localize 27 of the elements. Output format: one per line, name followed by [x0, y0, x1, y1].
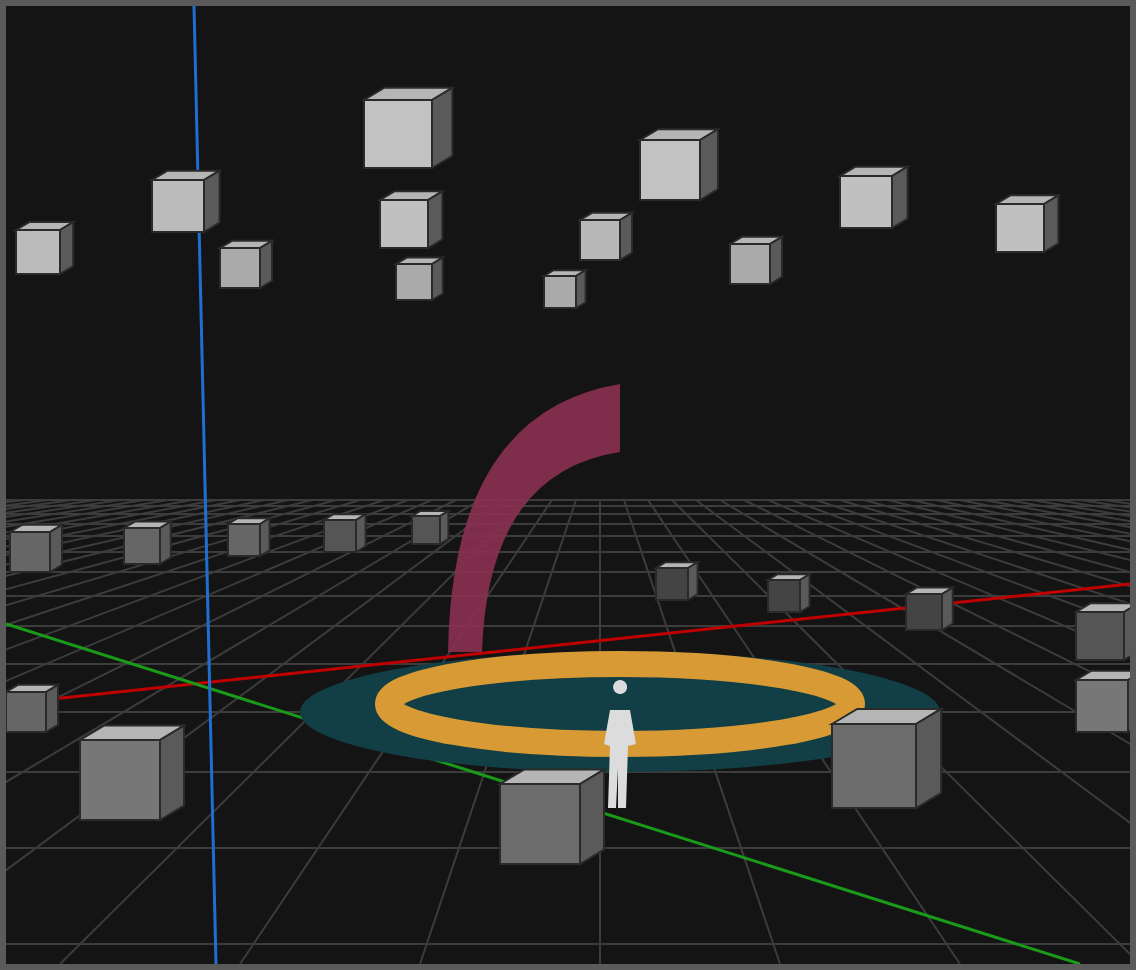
cube — [360, 86, 456, 170]
cube — [392, 255, 447, 302]
cube — [148, 168, 224, 234]
cube — [902, 585, 957, 632]
cube — [496, 767, 608, 866]
cube — [1072, 668, 1130, 734]
cube — [576, 211, 636, 262]
cube — [216, 239, 276, 290]
cube — [6, 683, 62, 734]
cube — [408, 509, 452, 546]
cube — [224, 516, 274, 558]
cube — [12, 220, 77, 276]
cube — [1072, 601, 1130, 662]
cube — [540, 268, 590, 310]
cube — [320, 512, 370, 554]
human-figure — [604, 680, 636, 808]
cube — [992, 193, 1062, 254]
cube — [376, 189, 446, 250]
cube — [636, 127, 722, 202]
cube — [652, 560, 702, 602]
cube — [836, 164, 912, 230]
cube — [764, 572, 814, 614]
cube — [726, 235, 786, 286]
cube — [120, 519, 175, 566]
cube — [76, 723, 188, 822]
cube — [6, 523, 66, 574]
cube — [828, 707, 945, 810]
